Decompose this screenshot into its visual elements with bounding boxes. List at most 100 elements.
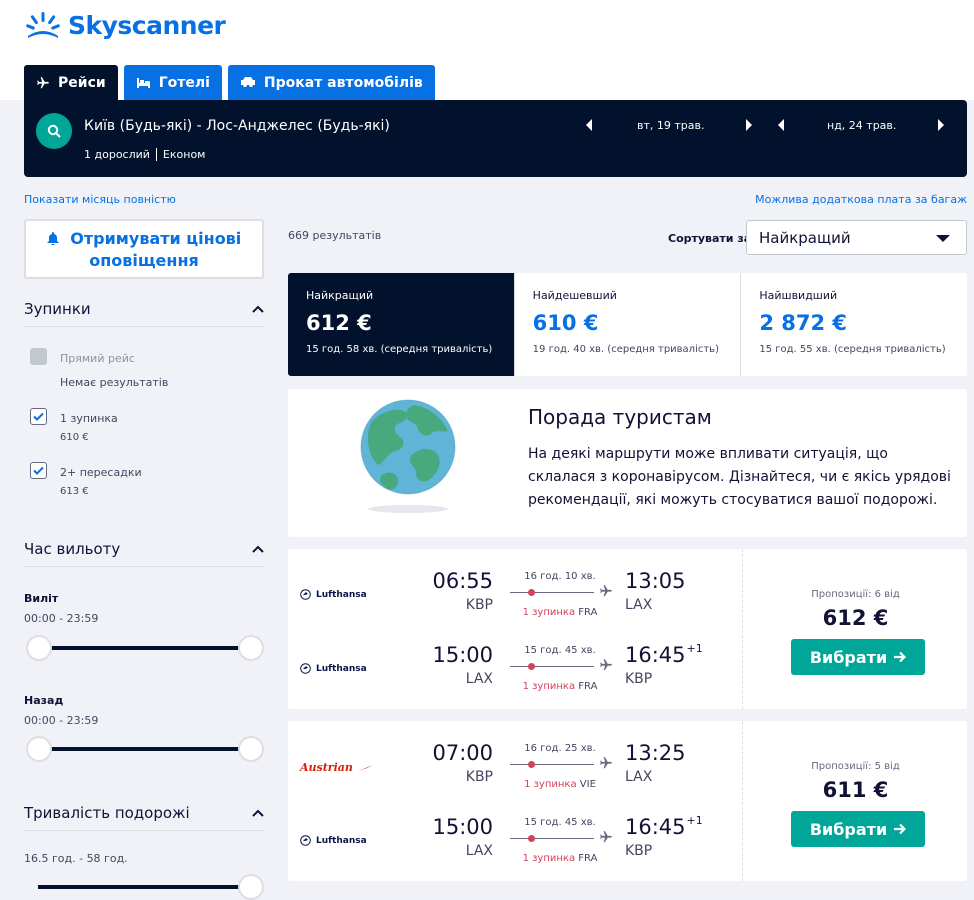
route-text[interactable]: Київ (Будь-які) - Лос-Анджелес (Будь-які… <box>84 118 390 134</box>
select-button[interactable]: Вибрати <box>791 639 925 675</box>
depart-date[interactable]: вт, 19 трав. <box>637 119 705 132</box>
itinerary-legs: Lufthansa 06:55 KBP 16 год. 10 хв. 1 зуп… <box>288 549 743 709</box>
chevron-up-icon <box>252 809 264 817</box>
arrival-time-wrap: 13:25 <box>625 741 687 765</box>
itinerary-card[interactable]: Austrian 07:00 KBP 16 год. 25 хв. 1 зупи… <box>288 721 967 881</box>
arrival-time-wrap: 16:45+1 <box>625 814 703 839</box>
return-date[interactable]: нд, 24 трав. <box>827 119 896 132</box>
sort-tab-cheapest[interactable]: Найдешевший 610 € 19 год. 40 хв. (середн… <box>515 273 742 376</box>
stops-filter-header[interactable]: Зупинки <box>24 300 264 318</box>
stopover-airport: FRA <box>578 607 598 618</box>
sort-tab-best[interactable]: Найкращий 612 € 15 год. 58 хв. (середня … <box>288 273 515 376</box>
tab-flights[interactable]: Рейси <box>24 65 118 100</box>
stops-info: 1 зупинка FRA <box>510 681 610 692</box>
divider <box>24 566 264 567</box>
show-month-link[interactable]: Показати місяць повністю <box>24 193 176 206</box>
return-slider-min-handle[interactable] <box>26 736 52 762</box>
chevron-up-icon <box>252 305 264 313</box>
direct-flight-sub: Немає результатів <box>60 376 169 389</box>
duration-slider-max-handle[interactable] <box>238 874 264 900</box>
price-panel: Пропозиції: 6 від 612 € Вибрати <box>744 549 967 709</box>
select-button-label: Вибрати <box>809 647 888 667</box>
globe-icon <box>360 399 456 513</box>
offers-count: Пропозиції: 6 від <box>811 589 900 600</box>
itinerary-card[interactable]: Lufthansa 06:55 KBP 16 год. 10 хв. 1 зуп… <box>288 549 967 709</box>
arrival-day-offset: +1 <box>686 814 703 827</box>
stopover-airport: VIE <box>579 779 596 790</box>
return-label: Назад <box>24 694 64 707</box>
one-stop-checkbox[interactable] <box>30 408 47 425</box>
plane-icon <box>600 659 612 671</box>
departure-time-title: Час вильоту <box>24 540 121 558</box>
outbound-range: 00:00 - 23:59 <box>24 612 99 625</box>
stop-dot <box>528 761 535 768</box>
plane-icon <box>600 831 612 843</box>
direct-flight-label: Прямий рейс <box>60 352 135 365</box>
stops-filter-title: Зупинки <box>24 300 91 318</box>
edit-search-button[interactable] <box>36 113 72 149</box>
flight-duration: 15 год. 45 хв. <box>524 645 596 656</box>
duration-filter-title: Тривалість подорожі <box>24 804 190 822</box>
outbound-slider-track[interactable] <box>38 646 253 650</box>
flight-leg: Lufthansa 15:00 LAX 15 год. 45 хв. 1 зуп… <box>288 637 743 711</box>
two-plus-stops-checkbox[interactable] <box>30 462 47 479</box>
sort-tab-duration: 15 год. 55 хв. (середня тривалість) <box>759 344 946 355</box>
sort-tab-fastest[interactable]: Найшвидший 2 872 € 15 год. 55 хв. (серед… <box>741 273 967 376</box>
bed-icon <box>136 77 150 88</box>
tab-car-hire[interactable]: Прокат автомобілів <box>227 65 435 100</box>
next-return-date-icon[interactable] <box>936 118 946 132</box>
outbound-slider-max-handle[interactable] <box>238 635 264 661</box>
arrow-right-icon <box>894 651 907 663</box>
airline-name: Lufthansa <box>316 589 367 600</box>
arrival-airport: KBP <box>625 843 653 859</box>
sort-tab-title: Найдешевший <box>532 289 617 302</box>
select-button[interactable]: Вибрати <box>791 811 925 847</box>
tab-hotels[interactable]: Готелі <box>123 65 222 100</box>
sort-value: Найкращий <box>759 228 851 247</box>
return-range: 00:00 - 23:59 <box>24 714 99 727</box>
sort-tab-duration: 15 год. 58 хв. (середня тривалість) <box>306 344 493 355</box>
departure-time-filter-header[interactable]: Час вильоту <box>24 540 264 558</box>
arrival-time: 13:05 <box>625 569 686 593</box>
route-line <box>510 764 594 765</box>
stopover-airport: FRA <box>578 681 598 692</box>
airline-logo: Lufthansa <box>300 835 367 846</box>
duration-slider-track[interactable] <box>38 885 253 889</box>
sort-tab-title: Найшвидший <box>759 289 838 302</box>
flight-duration: 15 год. 45 хв. <box>524 817 596 828</box>
prev-return-date-icon[interactable] <box>776 118 786 132</box>
flight-duration: 16 год. 10 хв. <box>524 571 596 582</box>
sort-tabs: Найкращий 612 € 15 год. 58 хв. (середня … <box>288 273 967 376</box>
stop-dot <box>528 663 535 670</box>
header: Skyscanner Рейси Готелі Прокат автомобіл… <box>0 0 974 100</box>
return-slider-max-handle[interactable] <box>238 736 264 762</box>
prev-depart-date-icon[interactable] <box>584 118 594 132</box>
one-stop-price: 610 € <box>60 432 89 443</box>
search-icon <box>47 124 61 138</box>
select-button-label: Вибрати <box>809 819 888 839</box>
tab-hotels-label: Готелі <box>158 74 210 91</box>
duration-filter-header[interactable]: Тривалість подорожі <box>24 804 264 822</box>
route-line <box>510 592 594 593</box>
stopover-airport: FRA <box>578 853 598 864</box>
direct-flight-checkbox[interactable] <box>30 348 47 365</box>
price-alert-button[interactable]: Отримувати цінові оповіщення <box>24 219 264 279</box>
sun-icon <box>26 12 60 38</box>
travel-advice-card: Порада туристам На деякі маршрути може в… <box>288 389 967 537</box>
lufthansa-crane-icon <box>300 835 311 846</box>
lufthansa-crane-icon <box>300 663 311 674</box>
arrival-time: 16:45 <box>625 815 686 839</box>
arrival-time-wrap: 16:45+1 <box>625 642 703 667</box>
airline-logo: Lufthansa <box>300 663 367 674</box>
skyscanner-logo[interactable]: Skyscanner <box>24 10 226 40</box>
austrian-arrow-icon <box>357 764 373 771</box>
baggage-link[interactable]: Можлива додаткова плата за багаж <box>755 193 967 206</box>
return-slider-track[interactable] <box>38 747 253 751</box>
sort-select[interactable]: Найкращий <box>746 220 967 255</box>
checkmark-icon <box>33 412 44 421</box>
next-depart-date-icon[interactable] <box>744 118 754 132</box>
outbound-slider-min-handle[interactable] <box>26 635 52 661</box>
passengers-cabin[interactable]: 1 дорослий Економ <box>84 148 205 161</box>
arrival-airport: KBP <box>625 671 653 687</box>
airline-name: Lufthansa <box>316 663 367 674</box>
